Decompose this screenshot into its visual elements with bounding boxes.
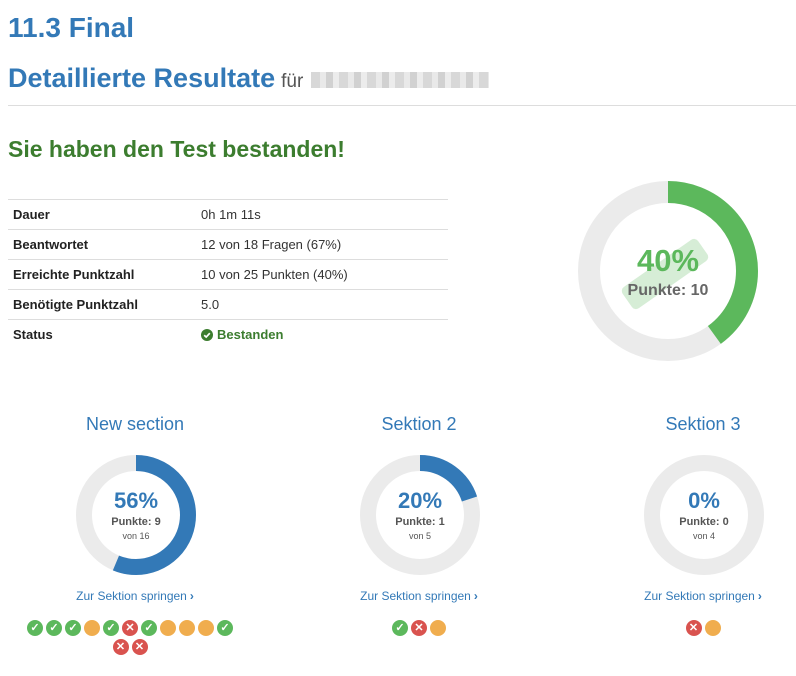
status-badge: Bestanden [196, 319, 448, 349]
section-ring-track [644, 455, 764, 575]
section-points: Punkte: 1 [395, 516, 445, 528]
chevron-right-icon: › [757, 589, 762, 603]
section-score-ring [360, 455, 480, 575]
question-correct-icon: ✓ [65, 620, 81, 636]
overall-percent: 40% [636, 243, 700, 278]
question-open-icon [179, 620, 195, 636]
check-circle-icon [201, 329, 213, 341]
section-title: Sektion 3 [665, 414, 741, 434]
divider [8, 105, 796, 106]
summary-label: Beantwortet [8, 229, 196, 260]
chevron-right-icon: › [473, 589, 478, 603]
section-score-ring [644, 455, 764, 575]
summary-row-answered: Beantwortet 12 von 18 Fragen (67%) [8, 229, 448, 260]
summary-label: Dauer [8, 199, 196, 230]
section-percent: 0% [688, 488, 720, 513]
question-correct-icon: ✓ [392, 620, 408, 636]
summary-label: Erreichte Punktzahl [8, 259, 196, 290]
question-wrong-icon: ✕ [685, 620, 702, 636]
question-wrong-icon: ✕ [112, 639, 129, 655]
summary-row-required: Benötigte Punktzahl 5.0 [8, 289, 448, 320]
jump-to-section-link[interactable]: Zur Sektion springen › [25, 589, 245, 603]
page-subtitle: Detaillierte Resultate für [8, 63, 490, 94]
summary-label: Status [8, 319, 196, 349]
question-wrong-icon: ✕ [411, 620, 427, 636]
summary-value: 12 von 18 Fragen (67%) [196, 229, 448, 260]
section-max-points: von 16 [122, 531, 150, 541]
jump-link-label: Zur Sektion springen [76, 589, 187, 603]
question-status-list: ✓ ✕ [309, 620, 529, 639]
section-percent: 56% [113, 488, 159, 513]
subtitle-text: Detaillierte Resultate [8, 63, 276, 93]
section-percent: 20% [397, 488, 443, 513]
summary-row-score: Erreichte Punktzahl 10 von 25 Punkten (4… [8, 259, 448, 290]
question-correct-icon: ✓ [217, 620, 233, 636]
section-score-ring [76, 455, 196, 575]
section-max-points: von 4 [692, 531, 716, 541]
summary-value: 0h 1m 11s [196, 199, 448, 230]
section-title: Sektion 2 [381, 414, 457, 434]
jump-link-label: Zur Sektion springen [644, 589, 755, 603]
jump-to-section-link[interactable]: Zur Sektion springen › [309, 589, 529, 603]
redacted-user-name [311, 71, 490, 88]
section-title: New section [85, 414, 185, 434]
question-status-list: ✓ ✓ ✓ ✓ ✕ ✓ ✓ ✕ ✕ [25, 620, 235, 658]
question-open-icon [704, 620, 721, 636]
chevron-right-icon: › [189, 589, 194, 603]
section-points: Punkte: 0 [679, 516, 729, 528]
question-open-icon [430, 620, 446, 636]
summary-value: 10 von 25 Punkten (40%) [196, 259, 448, 290]
overall-points: Punkte: 10 [627, 282, 709, 299]
page-title: 11.3 Final [8, 12, 135, 43]
summary-table: Dauer 0h 1m 11s Beantwortet 12 von 18 Fr… [8, 199, 448, 349]
question-correct-icon: ✓ [27, 620, 43, 636]
question-wrong-icon: ✕ [131, 639, 148, 655]
summary-row-status: Status Bestanden [8, 319, 448, 349]
question-status-list: ✕ [593, 620, 796, 639]
summary-row-duration: Dauer 0h 1m 11s [8, 199, 448, 230]
summary-value: 5.0 [196, 289, 448, 320]
jump-link-label: Zur Sektion springen [360, 589, 471, 603]
summary-label: Benötigte Punktzahl [8, 289, 196, 320]
status-text: Bestanden [217, 327, 284, 342]
result-message: Sie haben den Test bestanden! [8, 136, 345, 162]
question-correct-icon: ✓ [141, 620, 157, 636]
question-wrong-icon: ✕ [122, 620, 138, 636]
question-open-icon [198, 620, 214, 636]
for-label: für [281, 71, 304, 92]
section-max-points: von 5 [408, 531, 432, 541]
question-open-icon [160, 620, 176, 636]
question-correct-icon: ✓ [103, 620, 119, 636]
question-correct-icon: ✓ [46, 620, 62, 636]
jump-to-section-link[interactable]: Zur Sektion springen › [593, 589, 796, 603]
question-open-icon [84, 620, 100, 636]
section-points: Punkte: 9 [111, 516, 161, 528]
